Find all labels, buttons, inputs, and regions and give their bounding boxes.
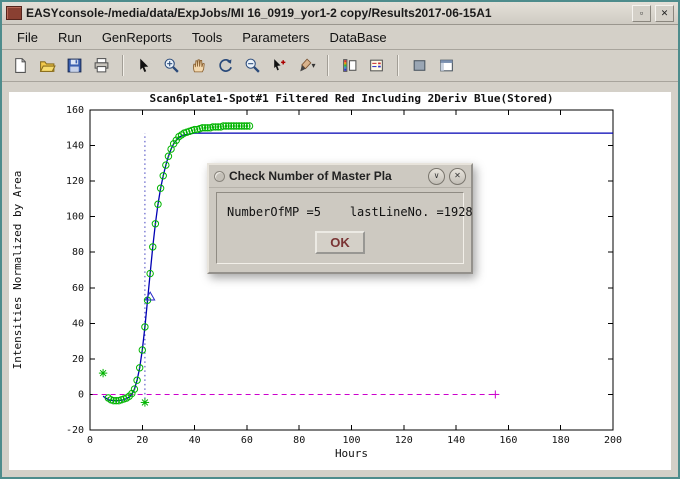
toolbar-separator xyxy=(327,55,329,76)
svg-text:0: 0 xyxy=(87,435,93,446)
dialog-title: Check Number of Master Pla xyxy=(229,169,424,183)
plot-panel[interactable]: 020406080100120140160180200-200204060801… xyxy=(9,92,671,470)
svg-text:60: 60 xyxy=(241,435,253,446)
edit-plot-button[interactable] xyxy=(132,53,157,78)
svg-text:80: 80 xyxy=(72,247,84,258)
menu-bar: File Run GenReports Tools Parameters Dat… xyxy=(2,25,678,50)
zoom-in-button[interactable] xyxy=(159,53,184,78)
zoom-out-button[interactable] xyxy=(240,53,265,78)
svg-text:120: 120 xyxy=(395,435,413,446)
new-file-button[interactable] xyxy=(8,53,33,78)
rotate-icon xyxy=(217,57,234,74)
toolbar-separator xyxy=(122,55,124,76)
app-window: EASYconsole-/media/data/ExpJobs/MI 16_09… xyxy=(0,0,680,479)
ok-button[interactable]: OK xyxy=(315,231,365,254)
zoom-out-icon xyxy=(244,57,261,74)
cursor-arrow-icon xyxy=(136,57,153,74)
data-cursor-button[interactable] xyxy=(267,53,292,78)
svg-text:100: 100 xyxy=(342,435,360,446)
colorbar-icon xyxy=(341,57,358,74)
svg-text:20: 20 xyxy=(72,354,84,365)
svg-text:20: 20 xyxy=(136,435,148,446)
plot-tools-on-icon xyxy=(438,57,455,74)
minimize-button[interactable]: ▫ xyxy=(632,5,651,22)
print-button[interactable] xyxy=(89,53,114,78)
zoom-in-icon xyxy=(163,57,180,74)
menu-parameters[interactable]: Parameters xyxy=(233,28,318,47)
rotate-3d-button[interactable] xyxy=(213,53,238,78)
menu-database[interactable]: DataBase xyxy=(320,28,395,47)
data-cursor-icon xyxy=(271,57,288,74)
figure-area: 020406080100120140160180200-200204060801… xyxy=(2,82,678,477)
dialog-body: NumberOfMP =5 lastLineNo. =1928 OK xyxy=(216,192,464,264)
svg-text:0: 0 xyxy=(78,389,84,400)
svg-text:40: 40 xyxy=(72,318,84,329)
printer-icon xyxy=(93,57,110,74)
save-button[interactable] xyxy=(62,53,87,78)
plot-tools-off-icon xyxy=(411,57,428,74)
open-folder-icon xyxy=(39,57,56,74)
hand-icon xyxy=(190,57,207,74)
window-menu-icon[interactable] xyxy=(6,6,22,20)
close-button[interactable]: ✕ xyxy=(655,5,674,22)
svg-text:Scan6plate1-Spot#1 Filtered Re: Scan6plate1-Spot#1 Filtered Red Includin… xyxy=(150,92,554,105)
svg-text:60: 60 xyxy=(72,283,84,294)
legend-icon xyxy=(368,57,385,74)
insert-legend-button[interactable] xyxy=(364,53,389,78)
svg-text:160: 160 xyxy=(499,435,517,446)
svg-text:80: 80 xyxy=(293,435,305,446)
svg-text:40: 40 xyxy=(189,435,201,446)
svg-text:Intensities Normalized by Area: Intensities Normalized by Area xyxy=(11,171,24,370)
menu-run[interactable]: Run xyxy=(49,28,91,47)
toolbar-separator xyxy=(397,55,399,76)
svg-text:140: 140 xyxy=(447,435,465,446)
svg-text:200: 200 xyxy=(604,435,622,446)
svg-text:180: 180 xyxy=(552,435,570,446)
new-file-icon xyxy=(12,57,29,74)
insert-colorbar-button[interactable] xyxy=(337,53,362,78)
dialog-message: NumberOfMP =5 lastLineNo. =1928 xyxy=(227,205,453,219)
plot-canvas[interactable]: 020406080100120140160180200-200204060801… xyxy=(9,92,671,470)
menu-tools[interactable]: Tools xyxy=(183,28,231,47)
dialog-menu-icon[interactable] xyxy=(214,171,225,182)
open-file-button[interactable] xyxy=(35,53,60,78)
menu-file[interactable]: File xyxy=(8,28,47,47)
svg-text:100: 100 xyxy=(66,212,84,223)
window-title: EASYconsole-/media/data/ExpJobs/MI 16_09… xyxy=(26,6,628,20)
svg-text:-20: -20 xyxy=(66,425,84,436)
svg-text:Hours: Hours xyxy=(335,447,368,460)
brush-button[interactable]: ▾ xyxy=(294,53,319,78)
toolbar: ▾ xyxy=(2,50,678,82)
brush-dropdown-icon[interactable]: ▾ xyxy=(311,61,315,70)
dialog-check-number-of-master-plates: Check Number of Master Pla ∨ ✕ NumberOfM… xyxy=(207,163,473,274)
svg-text:160: 160 xyxy=(66,105,84,116)
save-floppy-icon xyxy=(66,57,83,74)
dialog-collapse-button[interactable]: ∨ xyxy=(428,168,445,185)
menu-genreports[interactable]: GenReports xyxy=(93,28,181,47)
plot-tools-on-button[interactable] xyxy=(434,53,459,78)
svg-text:140: 140 xyxy=(66,141,84,152)
dialog-close-button[interactable]: ✕ xyxy=(449,168,466,185)
plot-tools-off-button[interactable] xyxy=(407,53,432,78)
svg-text:120: 120 xyxy=(66,176,84,187)
dialog-title-bar[interactable]: Check Number of Master Pla ∨ ✕ xyxy=(209,165,471,188)
title-bar[interactable]: EASYconsole-/media/data/ExpJobs/MI 16_09… xyxy=(2,2,678,25)
pan-button[interactable] xyxy=(186,53,211,78)
